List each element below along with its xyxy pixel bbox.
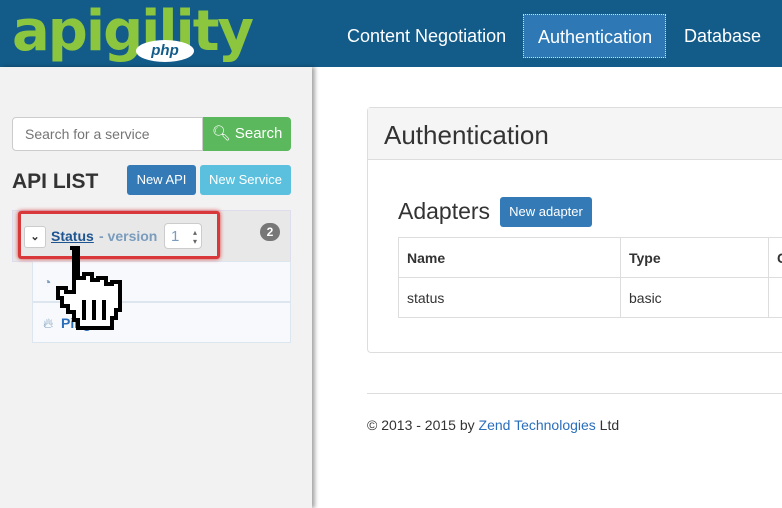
table-row[interactable]: status basic	[398, 277, 782, 318]
hand-cursor-icon	[56, 246, 122, 330]
footer-prefix: © 2013 - 2015 by	[367, 417, 479, 433]
new-adapter-button[interactable]: New adapter	[500, 197, 592, 227]
cell-type: basic	[620, 277, 769, 318]
nav-database[interactable]: Database	[670, 14, 775, 58]
new-api-button[interactable]: New API	[127, 165, 196, 195]
cell-name: status	[398, 277, 621, 318]
nav-authentication[interactable]: Authentication	[523, 14, 666, 58]
top-navbar: apigility php Content Negotiation Authen…	[0, 0, 782, 67]
zend-link[interactable]: Zend Technologies	[479, 417, 596, 433]
divider	[367, 393, 782, 394]
adapters-table: NameTypeC statusbasic	[398, 237, 782, 318]
cell-c	[768, 277, 782, 318]
search-icon: 🔍︎	[211, 125, 231, 142]
panel-title: Authentication	[368, 108, 782, 160]
new-service-button[interactable]: New Service	[200, 165, 291, 195]
column-header-type: Type	[620, 237, 769, 278]
nav-content-negotiation[interactable]: Content Negotiation	[333, 14, 520, 58]
apigility-logo[interactable]: apigility	[12, 4, 254, 60]
adapters-title: Adapters	[398, 198, 491, 224]
footer: © 2013 - 2015 by Zend Technologies Ltd	[367, 417, 619, 433]
search-label: Search	[234, 125, 283, 142]
api-list-title: API LIST	[12, 170, 99, 193]
column-header-name: Name	[398, 237, 621, 278]
search-input[interactable]	[12, 117, 203, 151]
footer-suffix: Ltd	[595, 417, 620, 433]
php-logo-badge: php	[136, 40, 194, 62]
service-count-badge: 2	[260, 223, 280, 241]
search-button[interactable]: 🔍︎ Search	[203, 117, 291, 151]
column-header-c: C	[768, 237, 782, 278]
